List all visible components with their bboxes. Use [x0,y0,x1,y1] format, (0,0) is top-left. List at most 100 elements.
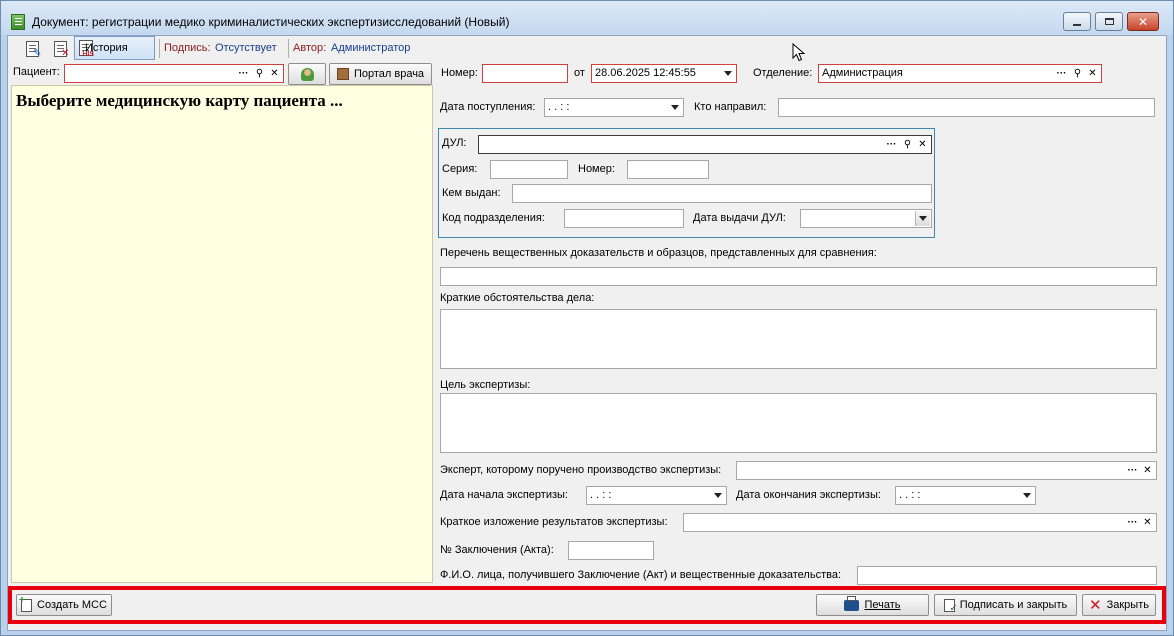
patient-label: Пациент: [13,66,60,78]
recipient-label: Ф.И.О. лица, получившего Заключение (Акт… [440,569,842,581]
patient-users-button[interactable] [288,63,326,85]
document-app-icon [11,14,25,30]
referred-by-field[interactable] [778,98,1155,117]
recipient-field[interactable] [857,566,1157,585]
search-icon[interactable]: ⚲ [1070,66,1085,81]
number-field[interactable] [482,64,568,83]
dul-field[interactable]: ··· ⚲ ✕ [478,135,932,154]
maximize-icon [1104,18,1114,25]
print-label: Печать [864,599,901,611]
history-button[interactable]: HIS История [74,36,155,60]
clear-icon[interactable]: ✕ [267,66,282,81]
browse-icon[interactable]: ··· [236,66,251,81]
browse-icon[interactable]: ··· [1125,463,1140,478]
close-icon: ✕ [1137,14,1149,29]
evidence-list-field[interactable] [440,267,1157,286]
dul-issue-date-label: Дата выдачи ДУЛ: [693,212,786,224]
chevron-down-icon[interactable] [720,66,735,81]
sign-and-close-label: Подписать и закрыть [959,599,1068,611]
title-bar[interactable]: Документ: регистрации медико криминалист… [1,1,1173,35]
chevron-down-icon[interactable] [710,488,725,503]
from-label: от [574,67,585,79]
sign-document-button[interactable]: ✎ [22,39,42,59]
browse-icon[interactable]: ··· [884,137,899,152]
results-field[interactable]: ··· ✕ [683,513,1157,532]
dul-number-field[interactable] [627,160,709,179]
admission-date-value: . . : : [548,101,570,113]
close-red-icon: ✕ [1089,597,1102,614]
sign-document-icon: ✓ [943,598,958,614]
end-date-value: . . : : [899,489,921,501]
patient-field[interactable]: ··· ⚲ ✕ [64,64,284,83]
signature-status: Отсутствует [215,42,277,54]
admission-date-field[interactable]: . . : : [544,98,684,117]
circumstances-memo[interactable] [440,309,1157,369]
conclusion-number-field[interactable] [568,541,654,560]
clear-icon[interactable]: ✕ [1140,463,1155,478]
expert-field[interactable]: ··· ✕ [736,461,1157,480]
toolbar-separator [288,39,289,58]
clear-icon[interactable]: ✕ [1085,66,1100,81]
search-icon[interactable]: ⚲ [252,66,267,81]
expert-label: Эксперт, которому поручено производство … [440,464,722,476]
chevron-down-icon[interactable] [1019,488,1034,503]
purpose-label: Цель экспертизы: [440,379,531,391]
dul-issue-date-field[interactable] [800,209,932,228]
start-date-field[interactable]: . . : : [586,486,727,505]
portal-icon [336,68,349,80]
division-code-label: Код подразделения: [442,212,545,224]
minimize-icon [1073,23,1081,26]
create-mss-label: Создать МСС [37,599,107,611]
close-label: Закрыть [1106,599,1149,611]
clear-icon[interactable]: ✕ [915,137,930,152]
create-mss-button[interactable]: + Создать МСС [16,594,112,616]
maximize-button[interactable] [1095,12,1123,31]
document-window: Документ: регистрации медико криминалист… [0,0,1174,636]
admission-date-label: Дата поступления: [440,101,536,113]
client-area: ✎ ✕ HIS История Подпись: Отсутствует Авт… [7,35,1167,631]
document-date-field[interactable]: 28.06.2025 12:45:55 [591,64,737,83]
close-button[interactable]: ✕ Закрыть [1082,594,1156,616]
issued-by-field[interactable] [512,184,932,203]
clear-icon[interactable]: ✕ [1140,515,1155,530]
issued-by-label: Кем выдан: [442,187,501,199]
department-field[interactable]: Администрация ··· ⚲ ✕ [818,64,1102,83]
author-name: Администратор [331,42,411,54]
conclusion-number-label: № Заключения (Акта): [440,544,554,556]
mouse-cursor-icon [792,43,806,62]
browse-icon[interactable]: ··· [1054,66,1069,81]
start-date-value: . . : : [590,489,612,501]
purpose-memo[interactable] [440,393,1157,453]
series-field[interactable] [490,160,568,179]
chevron-down-icon[interactable] [915,211,930,226]
sign-and-close-button[interactable]: ✓ Подписать и закрыть [934,594,1077,616]
start-date-label: Дата начала экспертизы: [440,489,568,501]
unsign-document-button[interactable]: ✕ [50,39,70,59]
document-sign-icon: ✎ [25,41,42,59]
toolbar-separator [159,39,160,58]
department-value: Администрация [822,67,903,79]
chevron-down-icon[interactable] [667,100,682,115]
doctor-portal-button[interactable]: Портал врача [329,63,432,85]
print-button[interactable]: Печать [816,594,929,616]
close-window-button[interactable]: ✕ [1127,12,1159,31]
division-code-field[interactable] [564,209,684,228]
document-delete-icon: ✕ [53,41,70,59]
toolbar: ✎ ✕ HIS История Подпись: Отсутствует Авт… [8,36,1166,62]
browse-icon[interactable]: ··· [1125,515,1140,530]
dul-label: ДУЛ: [442,137,467,149]
patient-card-panel[interactable]: Выберите медицинскую карту пациента ... [11,85,433,583]
referred-by-label: Кто направил: [694,101,767,113]
end-date-field[interactable]: . . : : [895,486,1036,505]
bottom-action-bar: + Создать МСС Печать ✓ Подписать и закры… [8,586,1166,624]
document-date-value: 28.06.2025 12:45:55 [595,67,696,79]
users-icon [300,67,314,81]
history-label: История [85,42,128,54]
evidence-list-label: Перечень вещественных доказательств и об… [440,247,877,259]
search-icon[interactable]: ⚲ [900,137,915,152]
doctor-portal-label: Портал врача [353,68,425,80]
minimize-button[interactable] [1063,12,1091,31]
department-label: Отделение: [753,67,813,79]
printer-icon [844,595,860,611]
add-document-icon: + [19,595,33,612]
